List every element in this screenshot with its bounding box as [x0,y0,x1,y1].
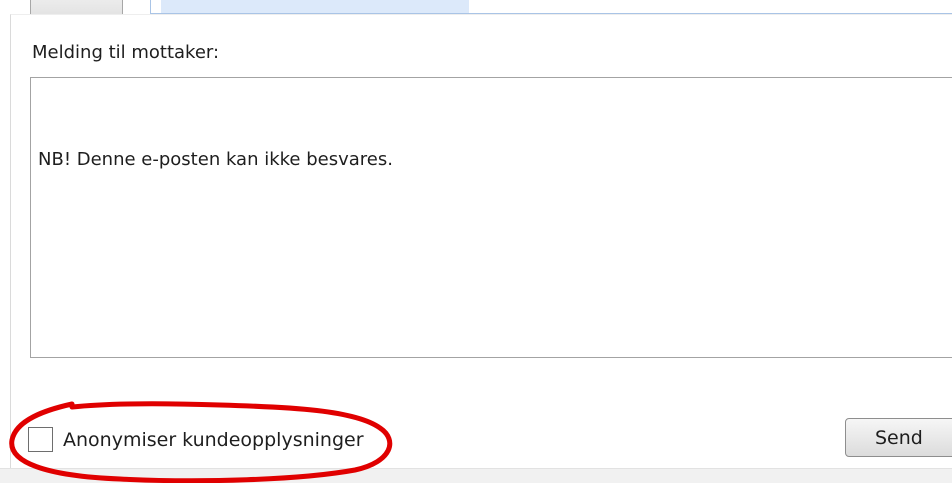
top-strip [0,0,952,14]
anonymize-checkbox[interactable] [28,427,53,452]
recipient-field[interactable] [150,0,952,14]
text-selection [161,0,469,13]
send-button[interactable]: Send [845,418,952,457]
message-label: Melding til mottaker: [32,42,220,63]
bottom-strip [0,468,952,483]
anonymize-label[interactable]: Anonymiser kundeopplysninger [63,428,364,452]
anonymize-option[interactable]: Anonymiser kundeopplysninger [28,427,364,452]
browse-button[interactable] [30,0,123,14]
message-textarea[interactable]: NB! Denne e-posten kan ikke besvares. [30,77,952,358]
